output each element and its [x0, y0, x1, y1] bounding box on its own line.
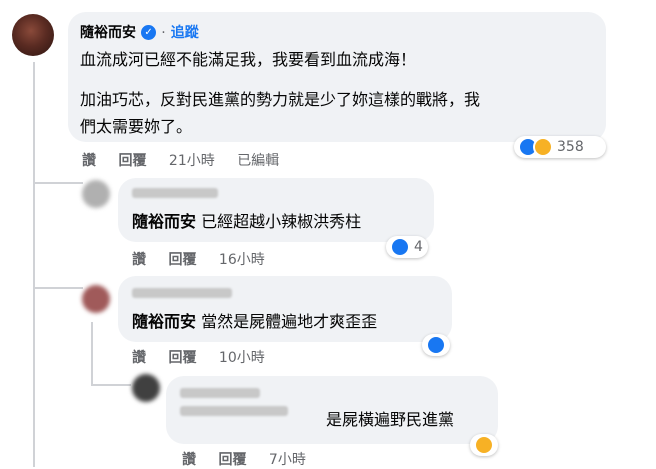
timestamp[interactable]: 7小時	[269, 449, 306, 469]
edited-label: 已編輯	[237, 153, 280, 169]
like-button[interactable]: 讚	[132, 347, 146, 367]
comment-bubble: 隨裕而安 ✓ · 追蹤 血流成河已經不能滿足我，我要看到血流成海！ 加油巧芯，反…	[68, 12, 606, 142]
thread-branch	[33, 287, 83, 289]
reply-button[interactable]: 回覆	[168, 249, 196, 269]
like-icon	[426, 335, 446, 355]
timestamp[interactable]: 10小時	[219, 347, 265, 367]
mentioned-name[interactable]: 隨裕而安	[132, 312, 196, 331]
thread-line	[91, 322, 93, 384]
thread-line	[33, 62, 35, 467]
reaction-summary[interactable]	[470, 434, 498, 456]
reaction-summary[interactable]: 358	[514, 136, 606, 158]
like-button[interactable]: 讚	[82, 150, 96, 170]
verified-badge-icon: ✓	[141, 25, 157, 40]
follow-button[interactable]: 追蹤	[171, 25, 199, 41]
thread-branch	[91, 384, 131, 386]
reply-body: 是屍橫遍野民進黨	[326, 410, 455, 429]
reply-body: 當然是屍體遍地才爽歪歪	[201, 312, 378, 331]
reaction-count: 358	[557, 139, 584, 155]
reply-body: 已經超越小辣椒洪秀柱	[201, 212, 362, 231]
avatar[interactable]	[82, 285, 110, 313]
like-button[interactable]: 讚	[182, 449, 196, 469]
timestamp[interactable]: 16小時	[219, 249, 265, 269]
reaction-summary[interactable]: 4	[386, 236, 428, 258]
reply-text: 隨裕而安 當然是屍體遍地才爽歪歪	[132, 308, 377, 335]
reply-text: 隨裕而安 已經超越小辣椒洪秀柱	[132, 208, 361, 235]
haha-icon	[474, 435, 494, 455]
reply-button[interactable]: 回覆	[118, 150, 146, 170]
comment-text-line: 們太需要妳了。	[80, 117, 193, 136]
reply-bubble: 是屍橫遍野民進黨	[166, 376, 498, 444]
reply-actions: 讚 回覆 7小時	[182, 449, 306, 469]
thread-branch	[33, 182, 83, 184]
comment-actions: 讚 回覆 21小時 已編輯	[82, 150, 279, 170]
timestamp[interactable]: 21小時	[169, 150, 215, 170]
comment-text-line: 加油巧芯，反對民進黨的勢力就是少了妳這樣的戰將，我	[80, 90, 481, 109]
blurred-author-name	[180, 406, 288, 416]
blurred-author-name	[180, 388, 260, 398]
reply-bubble: 隨裕而安 當然是屍體遍地才爽歪歪	[118, 276, 452, 342]
haha-icon	[533, 137, 553, 157]
like-icon	[390, 237, 410, 257]
avatar[interactable]	[132, 374, 160, 402]
mentioned-name[interactable]: 隨裕而安	[132, 212, 196, 231]
avatar[interactable]	[82, 180, 110, 208]
reply-actions: 讚 回覆 16小時	[132, 249, 265, 269]
blurred-author-name	[132, 288, 232, 298]
blurred-author-name	[132, 188, 218, 198]
comment-header: 隨裕而安 ✓ · 追蹤	[80, 25, 199, 41]
avatar[interactable]	[12, 14, 54, 56]
reply-button[interactable]: 回覆	[168, 347, 196, 367]
author-name[interactable]: 隨裕而安	[80, 25, 136, 41]
reaction-summary[interactable]	[422, 334, 450, 356]
reply-bubble: 隨裕而安 已經超越小辣椒洪秀柱	[118, 178, 434, 242]
like-button[interactable]: 讚	[132, 249, 146, 269]
reply-button[interactable]: 回覆	[218, 449, 246, 469]
reaction-count: 4	[414, 239, 423, 255]
reply-actions: 讚 回覆 10小時	[132, 347, 265, 367]
comment-text-line: 血流成河已經不能滿足我，我要看到血流成海！	[80, 50, 417, 69]
